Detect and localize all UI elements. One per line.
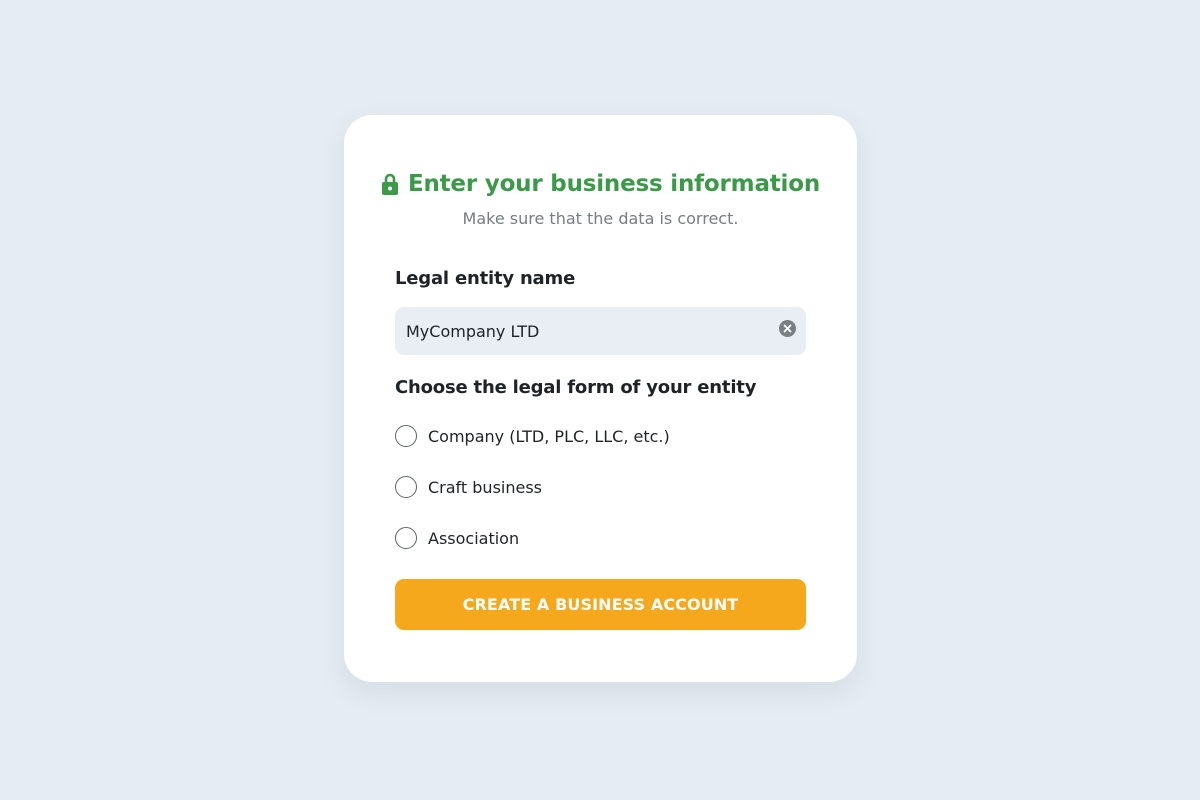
radio-label: Company (LTD, PLC, LLC, etc.) bbox=[428, 426, 670, 446]
lock-icon bbox=[381, 173, 398, 195]
page-subtitle: Make sure that the data is correct. bbox=[462, 209, 739, 228]
radio-button[interactable] bbox=[395, 425, 417, 447]
radio-button[interactable] bbox=[395, 527, 417, 549]
create-business-account-button[interactable]: CREATE A BUSINESS ACCOUNT bbox=[395, 579, 806, 630]
radio-button[interactable] bbox=[395, 476, 417, 498]
legal-form-label: Choose the legal form of your entity bbox=[395, 377, 757, 398]
legal-entity-name-label: Legal entity name bbox=[395, 268, 576, 289]
clear-input-button[interactable] bbox=[779, 320, 796, 337]
radio-option-company[interactable]: Company (LTD, PLC, LLC, etc.) bbox=[395, 424, 670, 448]
radio-label: Craft business bbox=[428, 477, 542, 497]
radio-option-craft-business[interactable]: Craft business bbox=[395, 475, 542, 499]
business-info-card: Enter your business information Make sur… bbox=[344, 115, 857, 682]
legal-entity-name-input[interactable] bbox=[395, 307, 806, 355]
radio-label: Association bbox=[428, 528, 520, 548]
card-header: Enter your business information bbox=[344, 169, 857, 199]
page-title: Enter your business information bbox=[407, 171, 821, 197]
clear-circle-icon bbox=[783, 324, 792, 333]
radio-option-association[interactable]: Association bbox=[395, 526, 519, 550]
